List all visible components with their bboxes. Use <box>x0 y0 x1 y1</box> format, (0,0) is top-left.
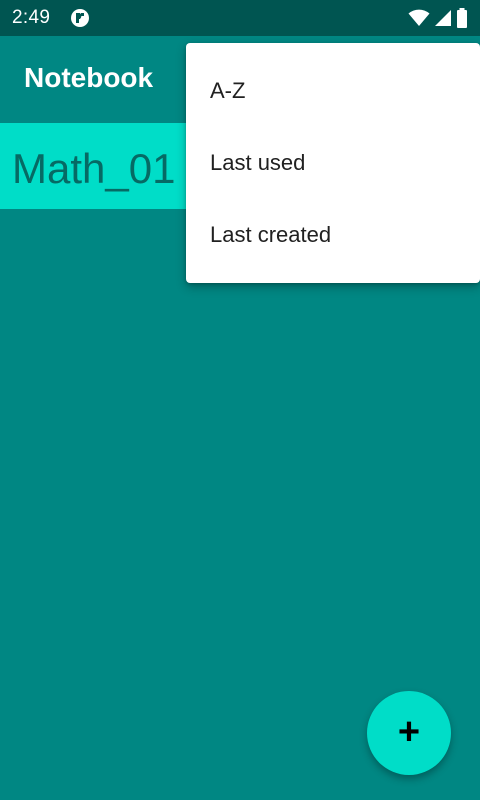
wifi-icon <box>408 9 430 26</box>
signal-icon <box>435 10 451 26</box>
status-bar: 2:49 <box>0 0 480 36</box>
page-title: Notebook <box>24 62 154 93</box>
app-notification-icon <box>71 9 89 27</box>
battery-icon <box>457 8 467 28</box>
status-time: 2:49 <box>12 7 51 28</box>
menu-item-sort-az[interactable]: A-Z <box>186 55 480 127</box>
add-notebook-button[interactable]: + <box>367 691 451 775</box>
menu-item-sort-last-used[interactable]: Last used <box>186 127 480 199</box>
status-icons <box>408 8 468 28</box>
notebook-name: Math_01 <box>12 145 176 192</box>
sort-menu: A-Z Last used Last created <box>186 43 480 283</box>
add-icon: + <box>397 710 421 753</box>
menu-item-sort-last-created[interactable]: Last created <box>186 199 480 271</box>
